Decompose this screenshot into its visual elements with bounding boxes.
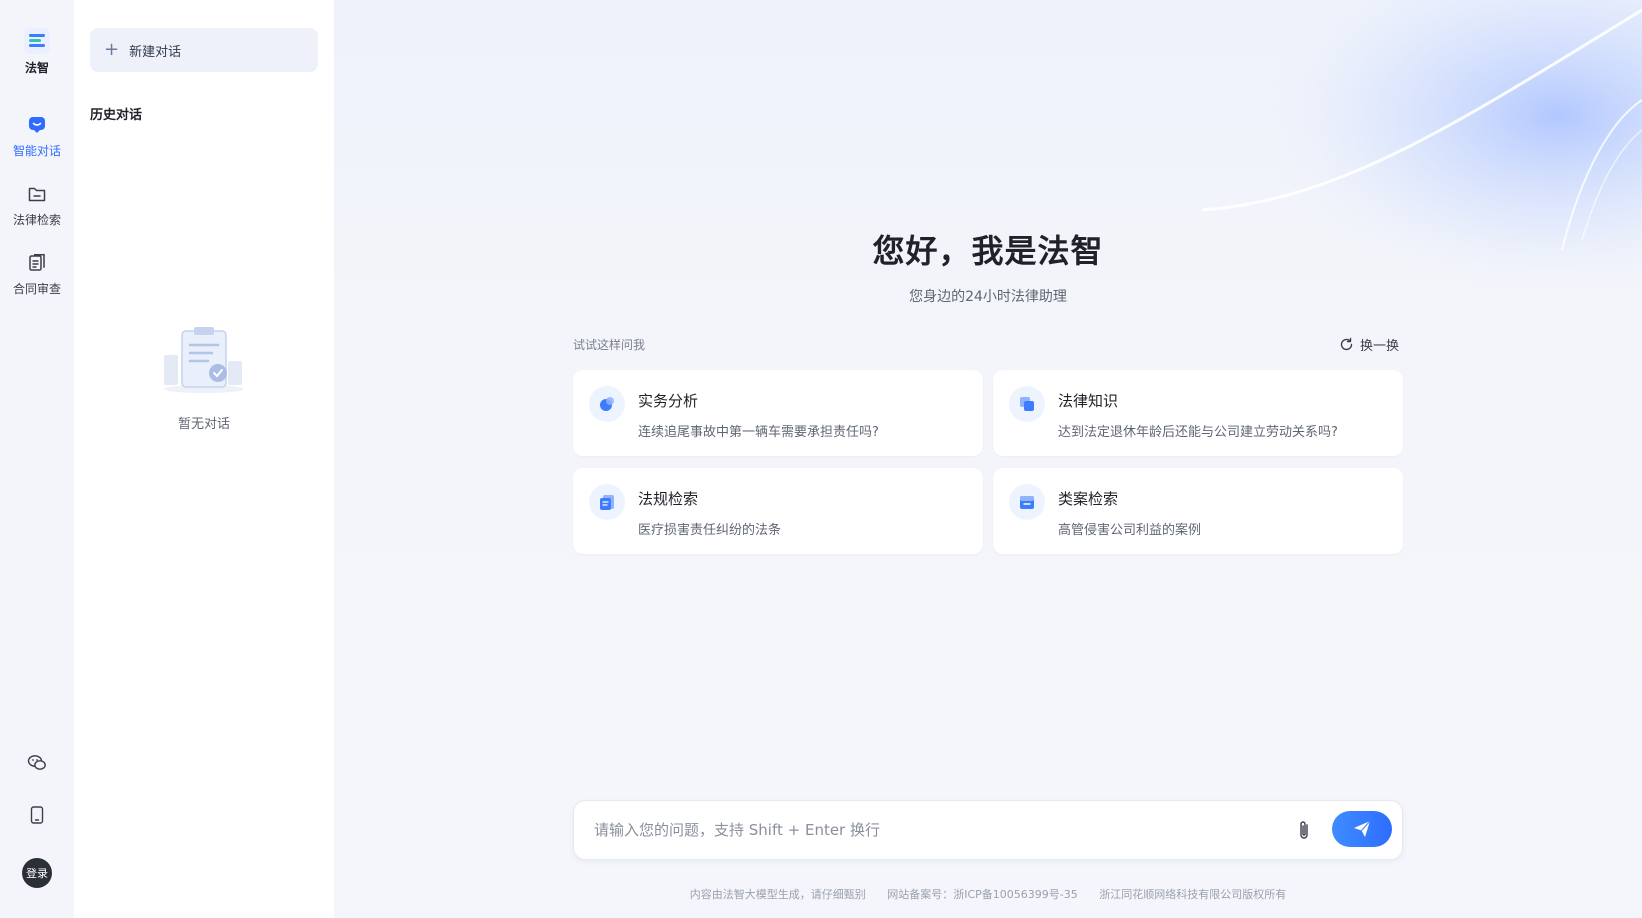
chat-input-box	[573, 800, 1403, 860]
footer: 内容由法智大模型生成，请仔细甄别 网站备案号：浙ICP备10056399号-35…	[334, 886, 1642, 902]
send-button[interactable]	[1332, 811, 1392, 847]
regulation-doc-icon	[589, 484, 625, 520]
empty-state: 暂无对话	[74, 325, 334, 432]
paperclip-icon[interactable]	[1294, 819, 1314, 843]
main-area: 您好，我是法智 您身边的24小时法律助理 试试这样问我 换一换 实务分析 连续追…	[334, 0, 1642, 918]
brand[interactable]: 法智	[24, 28, 50, 76]
card-title: 实务分析	[638, 392, 699, 410]
empty-clipboard-icon	[158, 325, 250, 399]
history-title: 历史对话	[90, 108, 143, 123]
rail-item-label: 合同审查	[12, 282, 61, 296]
rail-item-smart-chat[interactable]: 智能对话	[13, 114, 61, 159]
new-chat-label: 新建对话	[129, 44, 182, 60]
rail-item-contract-review[interactable]: 合同审查	[13, 252, 61, 297]
background-wave-decoration	[1082, 0, 1642, 330]
suggestion-card-regulation-search[interactable]: 法规检索 医疗损害责任纠纷的法条	[573, 468, 983, 554]
refresh-icon	[1340, 337, 1353, 351]
icon-rail: 法智 智能对话 法律检索 合同审查 登录	[0, 0, 74, 918]
hero-subtitle: 您身边的24小时法律助理	[909, 289, 1067, 305]
card-title: 法规检索	[638, 490, 699, 508]
suggestion-card-legal-knowledge[interactable]: 法律知识 达到法定退休年龄后还能与公司建立劳动关系吗?	[993, 370, 1403, 456]
rail-nav: 智能对话 法律检索 合同审查	[13, 114, 61, 297]
card-title: 法律知识	[1058, 392, 1119, 410]
empty-text: 暂无对话	[177, 417, 230, 432]
refresh-button[interactable]: 换一换	[1339, 335, 1399, 354]
contract-icon	[26, 252, 48, 274]
chat-bot-icon	[26, 114, 48, 136]
card-desc: 达到法定退休年龄后还能与公司建立劳动关系吗?	[1058, 425, 1338, 440]
wechat-icon[interactable]	[27, 754, 47, 776]
mobile-icon[interactable]	[30, 806, 44, 828]
suggestion-cards: 实务分析 连续追尾事故中第一辆车需要承担责任吗? 法律知识 达到法定退休年龄后还…	[573, 370, 1403, 554]
card-title: 类案检索	[1058, 490, 1119, 508]
footer-icp[interactable]: 网站备案号：浙ICP备10056399号-35	[887, 888, 1078, 901]
suggestion-card-case-search[interactable]: 类案检索 高管侵害公司利益的案例	[993, 468, 1403, 554]
brand-logo-icon	[24, 28, 50, 54]
rail-item-label: 法律检索	[12, 213, 61, 227]
hero-title: 您好，我是法智	[872, 232, 1104, 270]
rail-item-label: 智能对话	[12, 144, 61, 158]
send-icon	[1354, 820, 1371, 837]
card-desc: 医疗损害责任纠纷的法条	[638, 523, 782, 538]
history-panel: + 新建对话 历史对话 暂无对话	[74, 0, 334, 918]
login-button[interactable]: 登录	[22, 858, 52, 888]
case-folder-icon	[1009, 484, 1045, 520]
suggestion-card-practice-analysis[interactable]: 实务分析 连续追尾事故中第一辆车需要承担责任吗?	[573, 370, 983, 456]
brand-name: 法智	[24, 61, 49, 75]
footer-copyright: 浙江同花顺网络科技有限公司版权所有	[1099, 888, 1287, 901]
card-desc: 连续追尾事故中第一辆车需要承担责任吗?	[638, 425, 879, 440]
knowledge-icon	[1009, 386, 1045, 422]
card-desc: 高管侵害公司利益的案例	[1058, 523, 1202, 538]
new-chat-button[interactable]: + 新建对话	[90, 28, 318, 72]
try-label: 试试这样问我	[573, 338, 646, 352]
folder-icon	[26, 183, 48, 205]
chat-input[interactable]	[594, 801, 1244, 859]
analysis-icon	[589, 386, 625, 422]
plus-icon: +	[104, 39, 120, 60]
refresh-label: 换一换	[1360, 339, 1400, 354]
rail-item-law-search[interactable]: 法律检索	[13, 183, 61, 228]
footer-disclaimer: 内容由法智大模型生成，请仔细甄别	[689, 888, 866, 901]
rail-bottom: 登录	[22, 754, 52, 888]
